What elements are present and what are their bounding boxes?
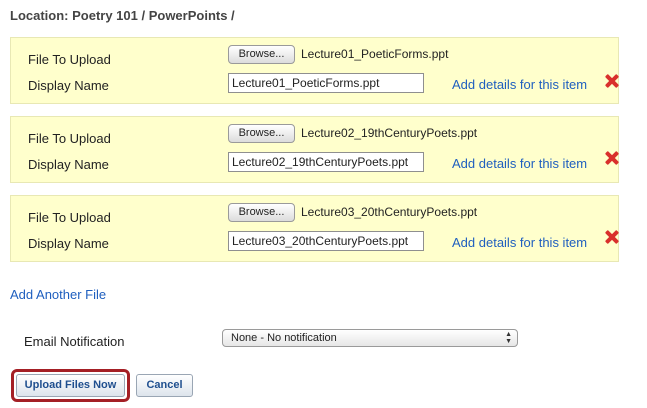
add-another-file-link[interactable]: Add Another File — [10, 287, 106, 302]
email-notification-label: Email Notification — [24, 334, 125, 349]
file-upload-row-3: File To Upload Display Name Browse... Le… — [10, 195, 619, 262]
cancel-button[interactable]: Cancel — [136, 374, 193, 397]
file-upload-row-1: File To Upload Display Name Browse... Le… — [10, 37, 619, 104]
updown-arrows-icon: ▲ ▼ — [505, 331, 512, 345]
display-name-label: Display Name — [28, 157, 109, 172]
selected-file-name: Lecture01_PoeticForms.ppt — [301, 47, 449, 61]
browse-button[interactable]: Browse... — [228, 203, 295, 222]
email-notification-selected: None - No notification — [231, 332, 337, 344]
display-name-input[interactable] — [228, 231, 424, 251]
add-details-link[interactable]: Add details for this item — [452, 235, 587, 250]
location-breadcrumb: Location: Poetry 101 / PowerPoints / — [10, 8, 235, 23]
remove-x-icon[interactable] — [604, 229, 620, 245]
display-name-input[interactable] — [228, 73, 424, 93]
add-details-link[interactable]: Add details for this item — [452, 156, 587, 171]
upload-files-now-button[interactable]: Upload Files Now — [16, 374, 125, 397]
add-details-link[interactable]: Add details for this item — [452, 77, 587, 92]
display-name-label: Display Name — [28, 78, 109, 93]
display-name-label: Display Name — [28, 236, 109, 251]
file-to-upload-label: File To Upload — [28, 52, 111, 67]
email-notification-select[interactable]: None - No notification ▲ ▼ — [222, 329, 518, 347]
remove-x-icon[interactable] — [604, 150, 620, 166]
browse-button[interactable]: Browse... — [228, 45, 295, 64]
file-to-upload-label: File To Upload — [28, 131, 111, 146]
browse-button[interactable]: Browse... — [228, 124, 295, 143]
file-to-upload-label: File To Upload — [28, 210, 111, 225]
selected-file-name: Lecture02_19thCenturyPoets.ppt — [301, 126, 478, 140]
display-name-input[interactable] — [228, 152, 424, 172]
remove-x-icon[interactable] — [604, 73, 620, 89]
selected-file-name: Lecture03_20thCenturyPoets.ppt — [301, 205, 478, 219]
file-upload-row-2: File To Upload Display Name Browse... Le… — [10, 116, 619, 183]
